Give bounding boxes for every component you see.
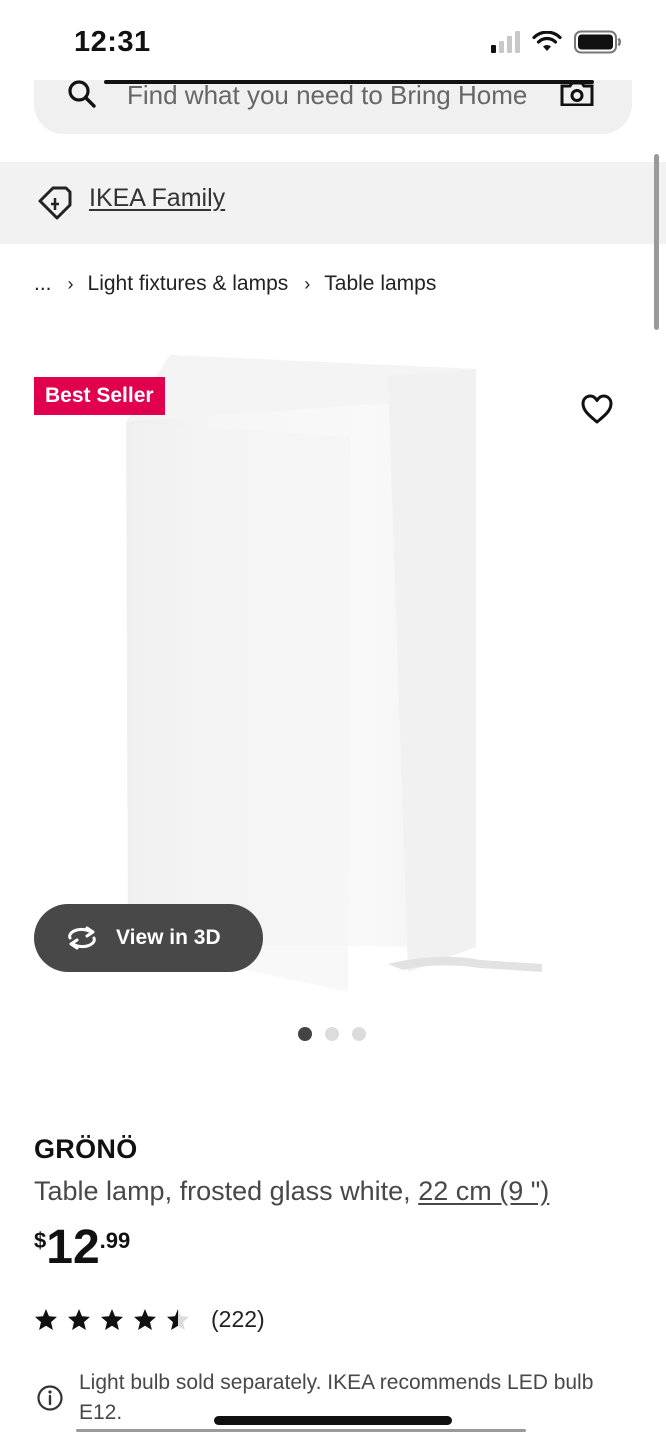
home-indicator[interactable]	[214, 1416, 452, 1425]
product-description: Table lamp, frosted glass white, 22 cm (…	[34, 1176, 549, 1207]
battery-icon	[574, 30, 621, 54]
carousel-dot-1[interactable]	[298, 1027, 312, 1041]
price-integer: 12	[46, 1221, 100, 1274]
star-filled-icon	[134, 1309, 156, 1330]
search-icon[interactable]	[66, 78, 98, 110]
status-bar: 12:31	[0, 0, 666, 80]
carousel-dot-2[interactable]	[325, 1027, 339, 1041]
product-size-link[interactable]: 22 cm (9 ")	[418, 1176, 549, 1206]
ikea-family-tag-icon	[38, 186, 72, 220]
camera-icon[interactable]	[560, 82, 594, 106]
product-image[interactable]	[118, 352, 548, 997]
horizontal-scroll-indicator	[76, 1429, 526, 1432]
rating-count: (222)	[211, 1306, 265, 1332]
wifi-icon	[532, 31, 562, 51]
star-half-icon	[167, 1309, 189, 1330]
carousel-dots	[298, 1027, 366, 1041]
search-input[interactable]: Find what you need to Bring Home	[127, 80, 537, 112]
product-rating[interactable]: (222)	[34, 1306, 265, 1333]
breadcrumb-light-fixtures[interactable]: Light fixtures & lamps	[88, 272, 289, 296]
star-filled-icon	[68, 1309, 90, 1330]
breadcrumb: ... › Light fixtures & lamps › Table lam…	[34, 272, 436, 296]
star-filled-icon	[101, 1309, 123, 1330]
status-icons	[491, 30, 622, 54]
best-seller-badge: Best Seller	[34, 377, 165, 415]
view-in-3d-label: View in 3D	[116, 926, 221, 949]
carousel-dot-3[interactable]	[352, 1027, 366, 1041]
breadcrumb-table-lamps[interactable]: Table lamps	[324, 272, 436, 296]
product-description-text: Table lamp, frosted glass white,	[34, 1176, 419, 1206]
cellular-signal-icon	[491, 31, 520, 53]
rotate-3d-icon	[68, 926, 96, 950]
price-currency: $	[34, 1228, 47, 1253]
status-time: 12:31	[74, 26, 151, 58]
price-decimal: .99	[99, 1228, 131, 1253]
star-filled-icon	[35, 1309, 57, 1330]
breadcrumb-ellipsis[interactable]: ...	[34, 272, 52, 296]
chevron-right-icon: ›	[304, 273, 311, 294]
info-icon	[37, 1385, 63, 1411]
view-in-3d-button[interactable]: View in 3D	[34, 904, 263, 972]
product-price: $ 12 .99	[34, 1222, 130, 1274]
chevron-right-icon: ›	[67, 273, 74, 294]
ikea-family-link[interactable]: IKEA Family	[89, 184, 225, 213]
page-scrollbar[interactable]	[654, 154, 659, 330]
heart-icon[interactable]	[580, 393, 614, 425]
product-name: GRÖNÖ	[34, 1134, 138, 1164]
